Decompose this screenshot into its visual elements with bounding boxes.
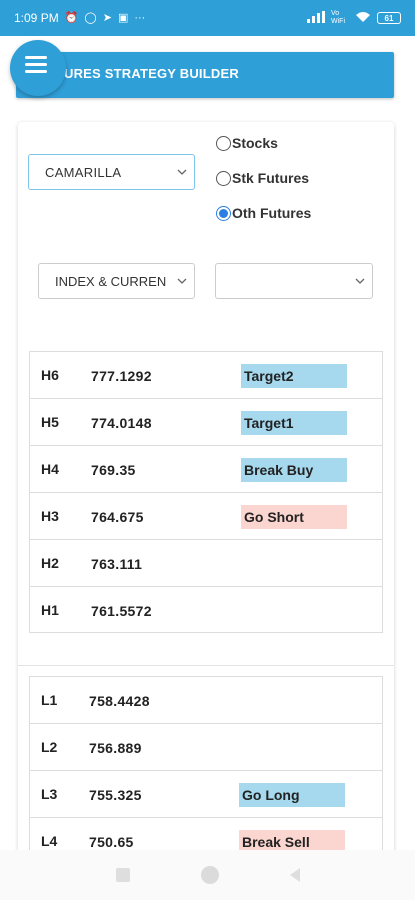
level-label: H6	[41, 367, 59, 383]
signal-badge: Target1	[241, 411, 347, 435]
signal-badge: Target2	[241, 364, 347, 388]
chevron-down-icon	[177, 169, 187, 175]
table-row: L2 756.889	[30, 724, 382, 771]
strategy-select-value: CAMARILLA	[45, 164, 122, 180]
level-value: 750.65	[89, 834, 134, 850]
message-icon: ▣	[117, 11, 129, 24]
wifi-icon	[355, 11, 371, 26]
radio-button[interactable]	[216, 135, 231, 151]
status-time: 1:09 PM	[14, 11, 59, 25]
segment-select[interactable]: INDEX & CURRENCY	[38, 263, 195, 299]
level-label: L4	[41, 833, 58, 849]
whatsapp-icon: ◯	[84, 11, 97, 24]
volte-label: Vo WiFi	[331, 10, 345, 25]
strategy-select[interactable]: CAMARILLA	[28, 154, 195, 190]
status-bar: 1:09 PM ⏰ ◯ ➤ ▣ ··· Vo WiFi 61	[0, 0, 415, 36]
table-row: H4 769.35 Break Buy	[30, 446, 382, 493]
table-row: L1 758.4428	[30, 677, 382, 724]
chevron-down-icon	[355, 278, 365, 284]
hamburger-icon	[25, 55, 47, 59]
app-header: URES STRATEGY BUILDER	[16, 52, 394, 98]
menu-button[interactable]	[10, 40, 66, 96]
page-title: URES STRATEGY BUILDER	[64, 66, 239, 81]
more-notifications: ···	[134, 11, 146, 24]
level-label: L1	[41, 692, 58, 708]
alarm-icon: ⏰	[64, 11, 79, 24]
radio-label: Oth Futures	[232, 205, 312, 221]
level-label: H2	[41, 555, 59, 571]
section-divider	[18, 665, 394, 666]
level-value: 761.5572	[91, 603, 152, 619]
symbol-select[interactable]	[215, 263, 373, 299]
radio-label: Stocks	[232, 135, 278, 151]
recent-apps-icon[interactable]	[115, 868, 130, 882]
hamburger-icon	[25, 69, 47, 73]
signal-icon	[307, 10, 325, 26]
table-row: L3 755.325 Go Long	[30, 771, 382, 818]
level-label: L2	[41, 739, 58, 755]
table-row: H5 774.0148 Target1	[30, 399, 382, 446]
level-value: 756.889	[89, 740, 142, 756]
table-row: H1 761.5572	[30, 587, 382, 634]
level-label: H3	[41, 508, 59, 524]
radio-label: Stk Futures	[232, 170, 310, 186]
system-nav-bar	[0, 850, 415, 900]
radio-oth-futures[interactable]: Oth Futures	[216, 205, 311, 221]
battery-icon: 61	[377, 12, 401, 24]
back-icon[interactable]	[289, 868, 300, 882]
level-value: 755.325	[89, 787, 142, 803]
table-row: H6 777.1292 Target2	[30, 352, 382, 399]
low-levels-table: L1 758.4428 L2 756.889 L3 755.325 Go Lon…	[29, 676, 383, 856]
level-value: 764.675	[91, 509, 144, 525]
radio-stocks[interactable]: Stocks	[216, 135, 278, 151]
hamburger-icon	[25, 62, 47, 66]
segment-select-value: INDEX & CURRENCY	[55, 273, 167, 289]
level-value: 763.111	[91, 556, 143, 572]
high-levels-table: H6 777.1292 Target2 H5 774.0148 Target1 …	[29, 351, 383, 633]
level-label: L3	[41, 786, 58, 802]
level-value: 774.0148	[91, 415, 152, 431]
radio-stk-futures[interactable]: Stk Futures	[216, 170, 309, 186]
radio-button[interactable]	[216, 170, 231, 186]
level-label: H4	[41, 461, 59, 477]
level-label: H1	[41, 602, 59, 618]
table-row: H3 764.675 Go Short	[30, 493, 382, 540]
level-value: 777.1292	[91, 368, 152, 384]
level-label: H5	[41, 414, 59, 430]
signal-badge: Go Short	[241, 505, 347, 529]
level-value: 758.4428	[89, 693, 150, 709]
telegram-icon: ➤	[102, 11, 112, 24]
signal-badge: Go Long	[239, 783, 345, 807]
chevron-down-icon	[177, 278, 187, 284]
level-value: 769.35	[91, 462, 136, 478]
signal-badge: Break Buy	[241, 458, 347, 482]
radio-button-selected[interactable]	[216, 205, 231, 221]
table-row: H2 763.111	[30, 540, 382, 587]
home-icon[interactable]	[200, 866, 219, 884]
